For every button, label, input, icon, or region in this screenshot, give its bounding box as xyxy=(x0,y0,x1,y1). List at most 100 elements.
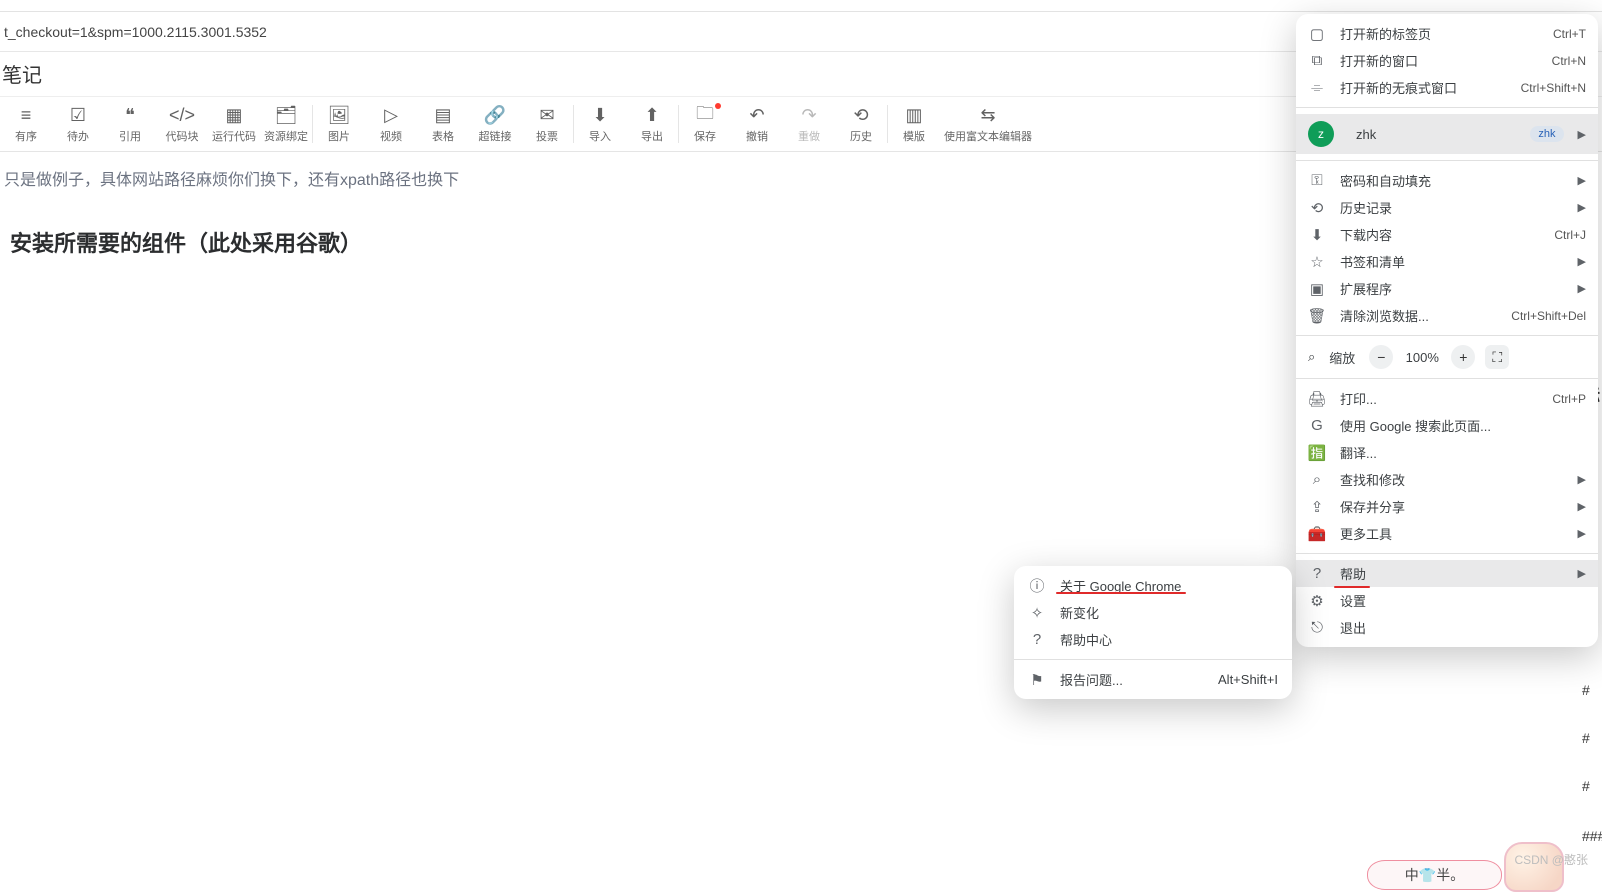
toolbar-redo: ↷重做 xyxy=(783,97,835,151)
toolbar-label: 导出 xyxy=(641,128,663,144)
menu-bookmarks[interactable]: ☆ 书签和清单 ▶ xyxy=(1296,248,1598,275)
trash-icon: 🗑 xyxy=(1308,307,1326,325)
menu-clear-data[interactable]: 🗑 清除浏览数据... Ctrl+Shift+Del xyxy=(1296,302,1598,329)
hyperlink-icon: 🔗 xyxy=(484,105,506,127)
toolbar-undo[interactable]: ↶撤销 xyxy=(731,97,783,151)
toolbar-image[interactable]: 🖼图片 xyxy=(313,97,365,151)
menu-separator xyxy=(1296,160,1598,161)
menu-more-tools[interactable]: 🧰 更多工具 ▶ xyxy=(1296,520,1598,547)
chrome-menu: ▢ 打开新的标签页 Ctrl+T ⧉ 打开新的窗口 Ctrl+N ⌯ 打开新的无… xyxy=(1296,14,1598,647)
hash-row: # xyxy=(1582,730,1602,746)
menu-separator xyxy=(1296,378,1598,379)
menu-new-window[interactable]: ⧉ 打开新的窗口 Ctrl+N xyxy=(1296,47,1598,74)
undo-icon: ↶ xyxy=(749,105,764,127)
save-share-icon: ⇪ xyxy=(1308,498,1326,516)
table-icon: ▤ xyxy=(434,105,451,127)
chevron-right-icon: ▶ xyxy=(1578,527,1586,540)
redo-icon: ↷ xyxy=(801,105,816,127)
submenu-help-center[interactable]: ? 帮助中心 xyxy=(1014,626,1292,653)
help-icon: ? xyxy=(1028,631,1046,648)
toolbar-quote[interactable]: ❝引用 xyxy=(104,97,156,151)
profile-avatar-icon: z xyxy=(1308,121,1334,147)
toolbar-richtext[interactable]: ⇆使用富文本编辑器 xyxy=(940,97,1036,151)
menu-incognito[interactable]: ⌯ 打开新的无痕式窗口 Ctrl+Shift+N xyxy=(1296,74,1598,101)
history-icon: ⟲ xyxy=(1308,199,1326,217)
menu-passwords[interactable]: ⚿ 密码和自动填充 ▶ xyxy=(1296,167,1598,194)
toolbar-resource-bind[interactable]: 🗂资源绑定 xyxy=(260,97,312,151)
template-icon: ▥ xyxy=(905,105,922,127)
toolbar-hyperlink[interactable]: 🔗超链接 xyxy=(469,97,521,151)
toolbar-ordered-list[interactable]: ≡有序 xyxy=(0,97,52,151)
chevron-right-icon: ▶ xyxy=(1578,255,1586,268)
unsaved-dot-icon xyxy=(715,103,721,109)
toolbar-label: 投票 xyxy=(536,128,558,144)
extension-icon: ▣ xyxy=(1308,280,1326,298)
chevron-right-icon: ▶ xyxy=(1578,473,1586,486)
new-window-icon: ⧉ xyxy=(1308,52,1326,69)
menu-history[interactable]: ⟲ 历史记录 ▶ xyxy=(1296,194,1598,221)
menu-extensions[interactable]: ▣ 扩展程序 ▶ xyxy=(1296,275,1598,302)
hashes: # # # ###### 六级标题 xyxy=(1582,682,1602,846)
menu-translate[interactable]: 🈯 翻译... xyxy=(1296,439,1598,466)
toolbar-import[interactable]: ⬇导入 xyxy=(574,97,626,151)
zoom-icon: ⌕ xyxy=(1308,349,1315,365)
menu-google-search[interactable]: G 使用 Google 搜索此页面... xyxy=(1296,412,1598,439)
submenu-about[interactable]: ⓘ 关于 Google Chrome xyxy=(1014,572,1292,599)
ad-bubble[interactable]: 中👕半。 xyxy=(1367,860,1502,890)
toolbar-vote[interactable]: ✉投票 xyxy=(521,97,573,151)
toolbar-template[interactable]: ▥模版 xyxy=(888,97,940,151)
menu-help[interactable]: ? 帮助 ▶ xyxy=(1296,560,1598,587)
find-icon: ⌕ xyxy=(1308,471,1326,488)
menu-save-share[interactable]: ⇪ 保存并分享 ▶ xyxy=(1296,493,1598,520)
resource-bind-icon: 🗂 xyxy=(275,105,298,127)
submenu-report-issue[interactable]: ⚑ 报告问题... Alt+Shift+I xyxy=(1014,666,1292,693)
browser-tabstrip-bottom xyxy=(0,0,1602,12)
toolbar-label: 模版 xyxy=(903,128,925,144)
omnibox[interactable]: t_checkout=1&spm=1000.2115.3001.5352 xyxy=(0,24,1422,40)
toolbar-todo[interactable]: ☑待办 xyxy=(52,97,104,151)
annotation-underline xyxy=(1334,586,1370,588)
h6-row: ###### 六级标题 xyxy=(1582,826,1602,846)
menu-settings[interactable]: ⚙ 设置 xyxy=(1296,587,1598,614)
toolbar-label: 运行代码 xyxy=(212,128,256,144)
chevron-right-icon: ▶ xyxy=(1578,201,1586,214)
todo-icon: ☑ xyxy=(70,105,86,127)
toolbar-label: 视频 xyxy=(380,128,402,144)
vote-icon: ✉ xyxy=(539,105,554,127)
toolbar-label: 图片 xyxy=(328,128,350,144)
zoom-in-button[interactable]: + xyxy=(1451,345,1475,369)
toolbar-run-code[interactable]: ▦运行代码 xyxy=(208,97,260,151)
chevron-right-icon: ▶ xyxy=(1578,500,1586,513)
toolbar-save[interactable]: 🗀保存 xyxy=(679,97,731,151)
toolbar-label: 保存 xyxy=(694,128,716,144)
help-icon: ? xyxy=(1308,565,1326,582)
toolbar-history[interactable]: ⟲历史 xyxy=(835,97,887,151)
quote-icon: ❝ xyxy=(125,105,135,127)
menu-exit[interactable]: ⎋ 退出 xyxy=(1296,614,1598,641)
richtext-icon: ⇆ xyxy=(980,105,995,127)
menu-profile[interactable]: z zhk zhk ▶ xyxy=(1296,114,1598,154)
menu-print[interactable]: 🖨 打印... Ctrl+P xyxy=(1296,385,1598,412)
toolbar-video[interactable]: ▷视频 xyxy=(365,97,417,151)
chevron-right-icon: ▶ xyxy=(1578,174,1586,187)
toolbar-label: 历史 xyxy=(850,128,872,144)
gear-icon: ⚙ xyxy=(1308,592,1326,610)
toolbox-icon: 🧰 xyxy=(1308,525,1326,543)
toolbar-table[interactable]: ▤表格 xyxy=(417,97,469,151)
menu-downloads[interactable]: ⬇ 下载内容 Ctrl+J xyxy=(1296,221,1598,248)
zoom-out-button[interactable]: − xyxy=(1369,345,1393,369)
chevron-right-icon: ▶ xyxy=(1578,282,1586,295)
download-icon: ⬇ xyxy=(1308,226,1326,244)
submenu-whats-new[interactable]: ✧ 新变化 xyxy=(1014,599,1292,626)
menu-new-tab[interactable]: ▢ 打开新的标签页 Ctrl+T xyxy=(1296,20,1598,47)
toolbar-code-block[interactable]: </>代码块 xyxy=(156,97,208,151)
menu-separator xyxy=(1296,335,1598,336)
toolbar-label: 表格 xyxy=(432,128,454,144)
toolbar-export[interactable]: ⬆导出 xyxy=(626,97,678,151)
toolbar-label: 重做 xyxy=(798,128,820,144)
report-icon: ⚑ xyxy=(1028,671,1046,689)
video-icon: ▷ xyxy=(384,105,398,127)
export-icon: ⬆ xyxy=(644,105,659,127)
fullscreen-button[interactable]: ⛶ xyxy=(1485,345,1509,369)
menu-find[interactable]: ⌕ 查找和修改 ▶ xyxy=(1296,466,1598,493)
